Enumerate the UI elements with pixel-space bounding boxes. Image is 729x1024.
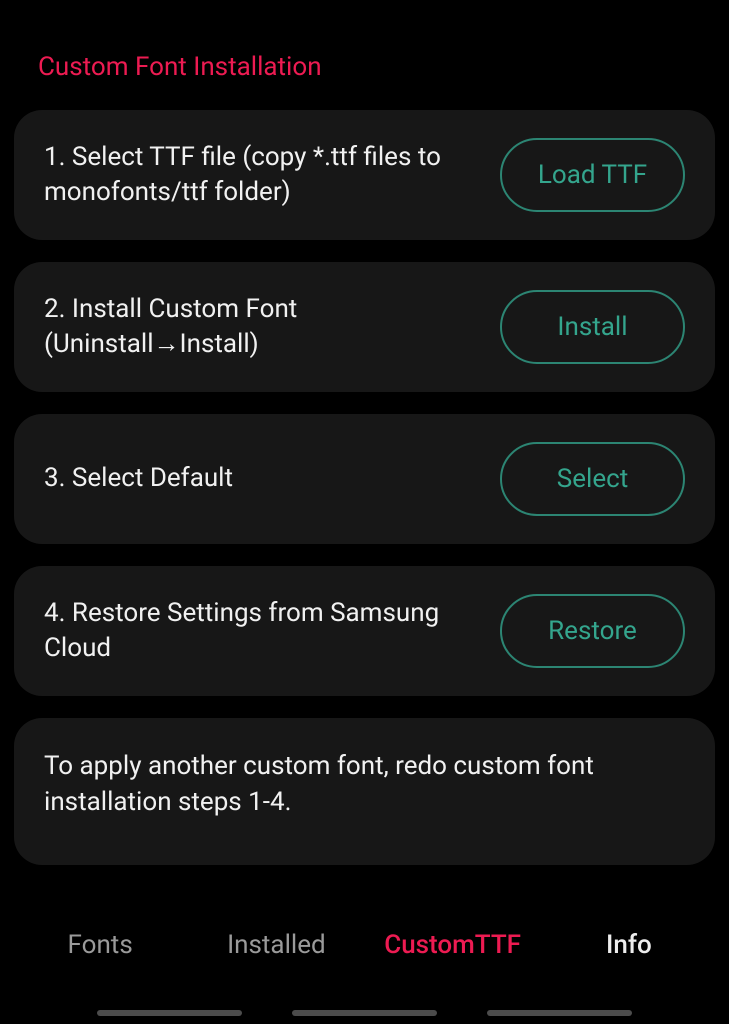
tab-fonts[interactable]: Fonts	[12, 922, 188, 960]
install-button[interactable]: Install	[500, 290, 685, 364]
step-card-4: 4. Restore Settings from Samsung Cloud R…	[14, 566, 715, 696]
step-text: 3. Select Default	[44, 461, 480, 496]
tab-bar: Fonts Installed CustomTTF Info	[0, 908, 729, 1024]
step-text: 2. Install Custom Font (Uninstall→Instal…	[44, 292, 480, 362]
nav-home-hint[interactable]	[292, 1010, 437, 1016]
note-card: To apply another custom font, redo custo…	[14, 718, 715, 865]
load-ttf-button[interactable]: Load TTF	[500, 138, 685, 212]
restore-button[interactable]: Restore	[500, 594, 685, 668]
nav-back-hint[interactable]	[487, 1010, 632, 1016]
nav-gesture-hints	[0, 1010, 729, 1016]
tab-customttf[interactable]: CustomTTF	[365, 922, 541, 960]
section-title: Custom Font Installation	[14, 0, 715, 110]
step-card-3: 3. Select Default Select	[14, 414, 715, 544]
step-text: 4. Restore Settings from Samsung Cloud	[44, 596, 480, 666]
step-card-2: 2. Install Custom Font (Uninstall→Instal…	[14, 262, 715, 392]
nav-recent-hint[interactable]	[97, 1010, 242, 1016]
select-button[interactable]: Select	[500, 442, 685, 516]
content-area: Custom Font Installation 1. Select TTF f…	[0, 0, 729, 1024]
tab-info[interactable]: Info	[541, 922, 717, 960]
step-text: 1. Select TTF file (copy *.ttf files to …	[44, 140, 480, 210]
tab-installed[interactable]: Installed	[188, 922, 364, 960]
screen: Custom Font Installation 1. Select TTF f…	[0, 0, 729, 1024]
step-card-1: 1. Select TTF file (copy *.ttf files to …	[14, 110, 715, 240]
